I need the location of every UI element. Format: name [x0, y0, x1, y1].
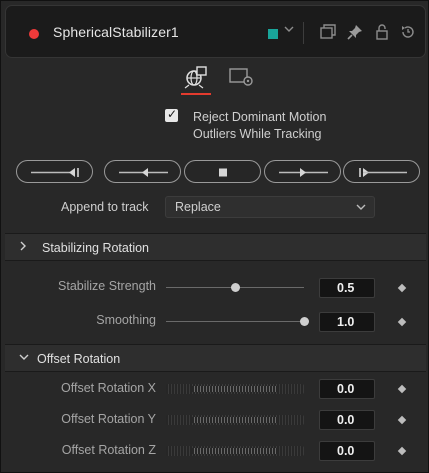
smoothing-input[interactable]: 1.0: [319, 312, 375, 332]
offset-rotation-z-input[interactable]: 0.0: [319, 441, 375, 461]
stabilize-strength-slider-handle[interactable]: [231, 283, 240, 292]
section-stabilizing-rotation-label: Stabilizing Rotation: [42, 241, 150, 255]
stop-tracking-button[interactable]: [184, 160, 261, 183]
section-stabilizing-rotation[interactable]: Stabilizing Rotation: [5, 233, 426, 261]
active-tab-indicator: [181, 93, 211, 95]
color-dropdown-chevron-icon[interactable]: [284, 24, 294, 37]
chevron-down-icon: [356, 204, 366, 210]
offset-rotation-z-keyframe-icon[interactable]: [397, 446, 407, 456]
chevron-down-icon[interactable]: [18, 351, 30, 366]
offset-rotation-y-keyframe-icon[interactable]: [397, 415, 407, 425]
section-offset-rotation-label: Offset Rotation: [37, 352, 121, 366]
track-forward-from-start-button[interactable]: [343, 160, 420, 183]
track-backward-from-end-icon: [31, 168, 79, 177]
offset-rotation-z-label: Offset Rotation Z: [61, 443, 156, 457]
lock-icon[interactable]: [373, 23, 391, 41]
smoothing-slider[interactable]: [166, 321, 304, 322]
tool-header[interactable]: SphericalStabilizer1: [5, 5, 426, 58]
append-to-track-value: Replace: [175, 200, 221, 214]
section-offset-rotation[interactable]: Offset Rotation: [5, 344, 426, 372]
track-backward-icon: [119, 168, 168, 177]
track-backward-from-end-button[interactable]: [16, 160, 93, 183]
pin-icon[interactable]: [346, 23, 364, 41]
tool-color-swatch[interactable]: [268, 29, 278, 39]
reject-outliers-label[interactable]: Reject Dominant Motion Outliers While Tr…: [193, 109, 353, 143]
offset-rotation-y-thumbwheel[interactable]: [166, 415, 304, 425]
smoothing-keyframe-icon[interactable]: [397, 317, 407, 327]
offset-rotation-x-label: Offset Rotation X: [61, 381, 156, 395]
chevron-right-icon[interactable]: [18, 240, 28, 255]
offset-rotation-z-value: 0.0: [337, 444, 355, 458]
offset-rotation-x-keyframe-icon[interactable]: [397, 384, 407, 394]
window-icon[interactable]: [319, 23, 337, 41]
smoothing-slider-handle[interactable]: [300, 317, 309, 326]
offset-rotation-y-input[interactable]: 0.0: [319, 410, 375, 430]
offset-rotation-y-value: 0.0: [337, 413, 355, 427]
offset-rotation-x-input[interactable]: 0.0: [319, 379, 375, 399]
append-to-track-label: Append to track: [61, 200, 149, 214]
track-forward-button[interactable]: [264, 160, 341, 183]
checkmark-icon: ✓: [167, 107, 178, 121]
reject-outliers-checkbox[interactable]: ✓: [165, 107, 178, 122]
inspector-panel: SphericalStabilizer1 ✓ Reject Dominant M…: [0, 0, 429, 473]
reject-outliers-label-line-1: Reject Dominant Motion: [193, 110, 327, 124]
stabilize-strength-input[interactable]: 0.5: [319, 278, 375, 298]
smoothing-value: 1.0: [337, 315, 355, 329]
append-to-track-select[interactable]: Replace: [165, 196, 375, 218]
settings-icon: [229, 68, 253, 86]
offset-rotation-x-value: 0.0: [337, 382, 355, 396]
track-backward-button[interactable]: [104, 160, 181, 183]
stabilize-strength-keyframe-icon[interactable]: [397, 283, 407, 293]
stop-icon: [219, 168, 227, 177]
smoothing-label: Smoothing: [96, 313, 156, 327]
spherical-stabilizer-controls-icon: [184, 66, 207, 89]
header-divider: [303, 22, 304, 44]
track-forward-from-start-icon: [359, 168, 407, 177]
offset-rotation-y-label: Offset Rotation Y: [61, 412, 156, 426]
tab-controls[interactable]: [181, 64, 211, 90]
reject-outliers-label-line-2: Outliers While Tracking: [193, 127, 322, 141]
reset-icon[interactable]: [399, 23, 417, 41]
tab-settings[interactable]: [227, 64, 257, 90]
stabilize-strength-value: 0.5: [337, 281, 355, 295]
offset-rotation-z-thumbwheel[interactable]: [166, 446, 304, 456]
stabilize-strength-label: Stabilize Strength: [58, 279, 156, 293]
tool-active-dot[interactable]: [29, 29, 39, 39]
track-forward-icon: [279, 168, 328, 177]
offset-rotation-x-thumbwheel[interactable]: [166, 384, 304, 394]
tool-name[interactable]: SphericalStabilizer1: [53, 24, 179, 40]
